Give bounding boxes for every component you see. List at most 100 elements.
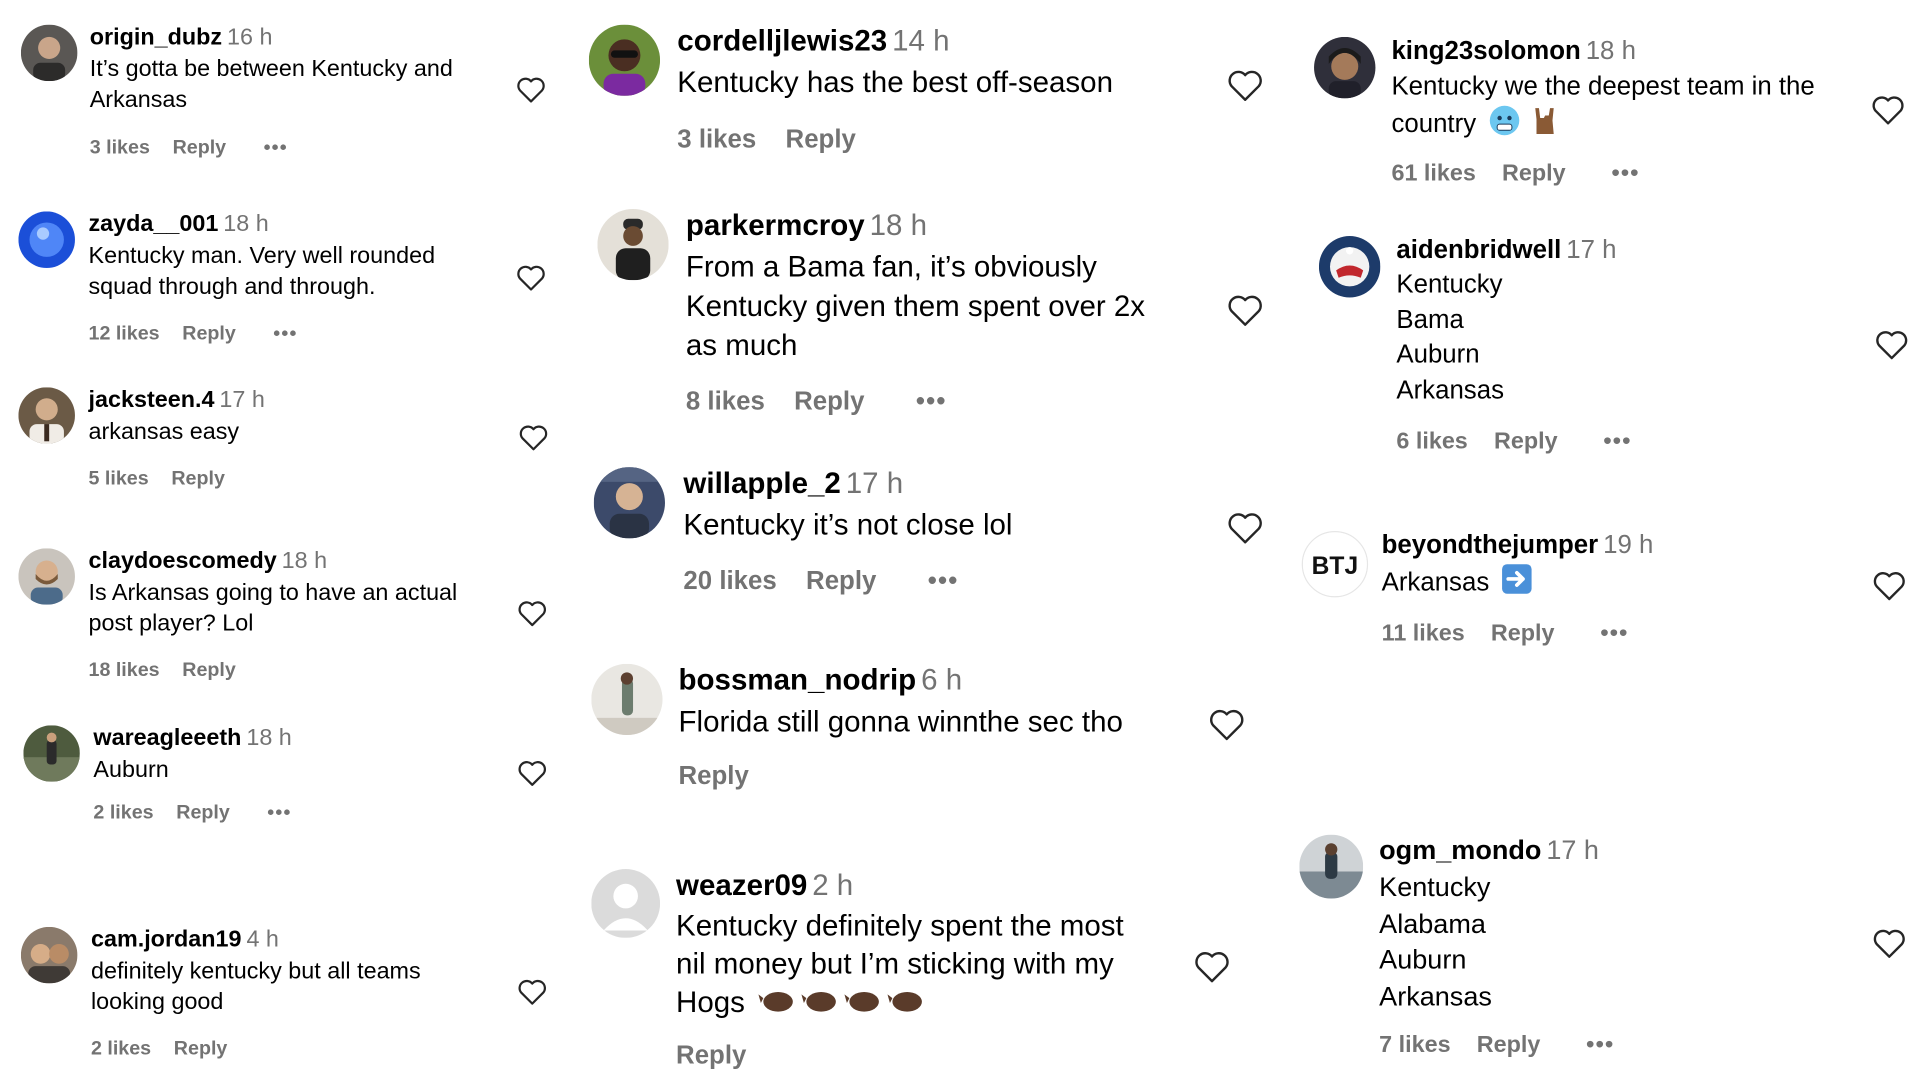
timestamp[interactable]: 6 h <box>921 664 962 697</box>
reply-button[interactable]: Reply <box>173 138 227 160</box>
username[interactable]: weazer09 <box>676 869 807 902</box>
timestamp[interactable]: 18 h <box>282 548 327 574</box>
reply-button[interactable]: Reply <box>786 125 856 155</box>
avatar[interactable] <box>18 548 75 605</box>
username[interactable]: wareagleeeth <box>93 725 241 751</box>
heart-outline-icon[interactable] <box>1875 329 1909 360</box>
reply-button[interactable]: Reply <box>676 1041 746 1071</box>
username[interactable]: bossman_nodrip <box>679 664 917 697</box>
likes-count[interactable]: 20 likes <box>683 567 776 597</box>
heart-outline-icon[interactable] <box>1872 928 1906 959</box>
reply-button[interactable]: Reply <box>679 762 749 792</box>
timestamp[interactable]: 16 h <box>227 25 272 51</box>
timestamp[interactable]: 14 h <box>892 25 949 58</box>
avatar[interactable] <box>597 208 669 281</box>
avatar[interactable] <box>18 211 75 268</box>
heart-outline-icon[interactable] <box>519 424 549 451</box>
avatar[interactable] <box>593 467 665 539</box>
timestamp[interactable]: 4 h <box>246 927 278 953</box>
heart-outline-icon[interactable] <box>517 978 547 1005</box>
likes-count[interactable]: 2 likes <box>93 803 153 825</box>
heart-outline-icon[interactable] <box>516 264 546 291</box>
comment-actions: 3 likes Reply ••• <box>90 138 288 160</box>
heart-outline-icon[interactable] <box>1227 69 1264 102</box>
avatar[interactable] <box>1318 236 1381 298</box>
likes-count[interactable]: 8 likes <box>686 387 765 417</box>
likes-count[interactable]: 12 likes <box>89 323 160 345</box>
likes-count[interactable]: 2 likes <box>91 1039 151 1061</box>
timestamp[interactable]: 17 h <box>1566 236 1616 264</box>
username[interactable]: cordelljlewis23 <box>677 25 887 58</box>
reply-button[interactable]: Reply <box>171 468 225 490</box>
timestamp[interactable]: 2 h <box>812 869 853 902</box>
timestamp[interactable]: 17 h <box>1546 835 1599 866</box>
more-options-icon[interactable]: ••• <box>916 387 947 417</box>
heart-outline-icon[interactable] <box>1872 570 1906 601</box>
heart-outline-icon[interactable] <box>516 76 546 103</box>
username[interactable]: king23solomon <box>1391 37 1580 65</box>
avatar[interactable] <box>20 24 78 82</box>
avatar[interactable] <box>23 725 80 782</box>
comment-bossman-nodrip: bossman_nodrip 6 h Florida still gonna wi… <box>591 663 1277 805</box>
username[interactable]: claydoescomedy <box>89 548 277 574</box>
reply-button[interactable]: Reply <box>1477 1033 1541 1060</box>
reply-button[interactable]: Reply <box>1502 161 1566 188</box>
reply-button[interactable]: Reply <box>176 803 230 825</box>
reply-button[interactable]: Reply <box>182 660 236 682</box>
more-options-icon[interactable]: ••• <box>267 803 291 825</box>
username[interactable]: jacksteen.4 <box>89 387 215 413</box>
avatar[interactable] <box>591 869 661 938</box>
username[interactable]: zayda__001 <box>89 211 219 237</box>
more-options-icon[interactable]: ••• <box>1586 1033 1614 1060</box>
more-options-icon[interactable]: ••• <box>1603 429 1631 456</box>
avatar[interactable] <box>591 663 663 736</box>
more-options-icon[interactable]: ••• <box>1611 161 1639 188</box>
timestamp[interactable]: 18 h <box>870 209 927 242</box>
reply-button[interactable]: Reply <box>182 323 236 345</box>
avatar[interactable] <box>1299 834 1364 899</box>
heart-outline-icon[interactable] <box>1208 708 1245 741</box>
likes-count[interactable]: 7 likes <box>1379 1033 1450 1060</box>
avatar[interactable]: BTJ <box>1301 531 1369 598</box>
reply-button[interactable]: Reply <box>1494 429 1558 456</box>
likes-count[interactable]: 3 likes <box>677 125 756 155</box>
timestamp[interactable]: 17 h <box>846 467 903 500</box>
heart-outline-icon[interactable] <box>517 760 547 787</box>
reply-button[interactable]: Reply <box>794 387 864 417</box>
likes-count[interactable]: 18 likes <box>89 660 160 682</box>
more-options-icon[interactable]: ••• <box>1600 621 1628 648</box>
likes-count[interactable]: 6 likes <box>1396 429 1467 456</box>
likes-count[interactable]: 11 likes <box>1382 621 1465 648</box>
heart-outline-icon[interactable] <box>1871 95 1905 126</box>
heart-outline-icon[interactable] <box>1227 511 1264 544</box>
timestamp[interactable]: 17 h <box>219 387 264 413</box>
avatar[interactable] <box>20 926 78 984</box>
timestamp[interactable]: 18 h <box>1586 37 1636 65</box>
username[interactable]: parkermcroy <box>686 209 865 242</box>
more-options-icon[interactable]: ••• <box>928 567 959 597</box>
timestamp[interactable]: 18 h <box>246 725 291 751</box>
heart-outline-icon[interactable] <box>517 600 547 627</box>
heart-outline-icon[interactable] <box>1227 294 1264 327</box>
more-options-icon[interactable]: ••• <box>264 138 288 160</box>
avatar[interactable] <box>18 387 75 444</box>
cold-face-emoji-icon <box>1488 104 1520 146</box>
username[interactable]: origin_dubz <box>90 25 222 51</box>
likes-count[interactable]: 61 likes <box>1391 161 1475 188</box>
likes-count[interactable]: 5 likes <box>89 468 149 490</box>
reply-button[interactable]: Reply <box>1491 621 1555 648</box>
username[interactable]: willapple_2 <box>683 467 840 500</box>
avatar[interactable] <box>588 24 661 96</box>
more-options-icon[interactable]: ••• <box>273 323 297 345</box>
username[interactable]: aidenbridwell <box>1396 236 1561 264</box>
timestamp[interactable]: 18 h <box>223 211 268 237</box>
username[interactable]: beyondthejumper <box>1382 531 1599 559</box>
timestamp[interactable]: 19 h <box>1603 531 1653 559</box>
reply-button[interactable]: Reply <box>806 567 876 597</box>
heart-outline-icon[interactable] <box>1194 950 1231 983</box>
username[interactable]: cam.jordan19 <box>91 927 242 953</box>
avatar[interactable] <box>1314 36 1376 99</box>
likes-count[interactable]: 3 likes <box>90 138 150 160</box>
username[interactable]: ogm_mondo <box>1379 835 1541 866</box>
reply-button[interactable]: Reply <box>174 1039 228 1061</box>
